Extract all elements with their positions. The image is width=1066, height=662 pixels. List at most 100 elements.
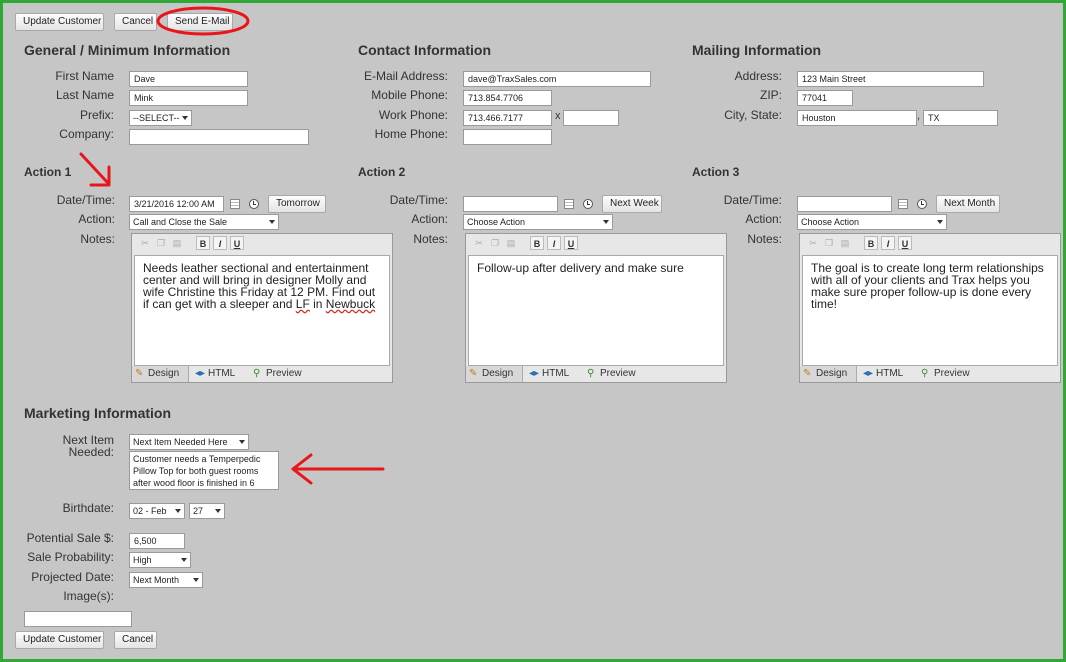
calendar-icon[interactable] bbox=[564, 199, 574, 209]
action-1-action-select[interactable]: Call and Close the Sale bbox=[129, 214, 279, 230]
address-input[interactable]: 123 Main Street bbox=[797, 71, 984, 87]
action-1-datetime-input[interactable]: 3/21/2016 12:00 AM bbox=[129, 196, 224, 212]
italic-button[interactable]: I bbox=[881, 236, 895, 250]
magnifier-icon: ⚲ bbox=[587, 368, 595, 379]
cut-icon[interactable]: ✂ bbox=[138, 236, 152, 250]
action-1-action-value: Call and Close the Sale bbox=[133, 217, 228, 227]
images-input[interactable] bbox=[24, 611, 132, 627]
chevron-down-icon bbox=[181, 558, 187, 562]
tab-preview-label: Preview bbox=[934, 368, 970, 379]
action-2-action-select[interactable]: Choose Action bbox=[463, 214, 613, 230]
update-customer-button[interactable]: Update Customer bbox=[15, 13, 104, 31]
action-1-notes-label: Notes: bbox=[80, 232, 115, 246]
tab-html[interactable]: ◂▸ HTML bbox=[192, 366, 235, 382]
potential-sale-label: Potential Sale $: bbox=[26, 531, 114, 545]
action-2-datetime-input[interactable] bbox=[463, 196, 558, 212]
paste-icon[interactable]: ▤ bbox=[838, 236, 852, 250]
clock-icon[interactable] bbox=[917, 199, 927, 209]
underline-button[interactable]: U bbox=[230, 236, 244, 250]
chevron-down-icon bbox=[182, 116, 188, 120]
cut-icon[interactable]: ✂ bbox=[472, 236, 486, 250]
projected-date-label: Projected Date: bbox=[31, 570, 114, 584]
tab-design[interactable]: ✎ Design bbox=[466, 366, 523, 382]
editor-toolbar: ✂ ❐ ▤ B I U bbox=[800, 234, 1060, 254]
cancel-button[interactable]: Cancel bbox=[114, 13, 157, 31]
tab-preview-label: Preview bbox=[600, 368, 636, 379]
action-2-next-week-button[interactable]: Next Week bbox=[602, 195, 662, 213]
underline-button[interactable]: U bbox=[898, 236, 912, 250]
update-customer-button-bottom[interactable]: Update Customer bbox=[15, 631, 104, 649]
next-item-label-line-2: Needed: bbox=[68, 445, 114, 459]
editor-mode-tabs: ✎ Design ◂▸ HTML ⚲ Preview bbox=[800, 366, 1060, 382]
action-1-action-label: Action: bbox=[78, 212, 115, 226]
action-2-action-value: Choose Action bbox=[467, 217, 526, 227]
cancel-button-bottom[interactable]: Cancel bbox=[114, 631, 157, 649]
last-name-input[interactable]: Mink bbox=[129, 90, 248, 106]
action-3-datetime-input[interactable] bbox=[797, 196, 892, 212]
bold-button[interactable]: B bbox=[196, 236, 210, 250]
paste-icon[interactable]: ▤ bbox=[170, 236, 184, 250]
bold-button[interactable]: B bbox=[530, 236, 544, 250]
italic-button[interactable]: I bbox=[547, 236, 561, 250]
sale-probability-select[interactable]: High bbox=[129, 552, 191, 568]
mailing-section-title: Mailing Information bbox=[692, 42, 822, 58]
home-phone-input[interactable] bbox=[463, 129, 552, 145]
birthdate-label: Birthdate: bbox=[62, 501, 114, 515]
tab-preview[interactable]: ⚲ Preview bbox=[584, 366, 636, 382]
extension-input[interactable] bbox=[563, 110, 619, 126]
arrow-down-right-icon bbox=[79, 152, 111, 187]
company-label: Company: bbox=[59, 127, 114, 141]
tab-design[interactable]: ✎ Design bbox=[132, 366, 189, 382]
paste-icon[interactable]: ▤ bbox=[504, 236, 518, 250]
tab-design[interactable]: ✎ Design bbox=[800, 366, 857, 382]
sale-probability-value: High bbox=[133, 555, 152, 565]
city-input[interactable]: Houston bbox=[797, 110, 917, 126]
code-icon: ◂▸ bbox=[529, 368, 540, 379]
action-1-tomorrow-button[interactable]: Tomorrow bbox=[268, 195, 326, 213]
calendar-icon[interactable] bbox=[230, 199, 240, 209]
state-input[interactable]: TX bbox=[923, 110, 998, 126]
tab-html[interactable]: ◂▸ HTML bbox=[526, 366, 569, 382]
work-phone-input[interactable]: 713.466.7177 bbox=[463, 110, 552, 126]
projected-date-select[interactable]: Next Month bbox=[129, 572, 203, 588]
chevron-down-icon bbox=[603, 220, 609, 224]
next-item-select-value: Next Item Needed Here bbox=[133, 437, 228, 447]
next-item-textarea[interactable]: Customer needs a Temperpedic Pillow Top … bbox=[129, 451, 279, 490]
chevron-down-icon bbox=[215, 509, 221, 513]
birth-day-select[interactable]: 27 bbox=[189, 503, 225, 519]
next-item-select[interactable]: Next Item Needed Here bbox=[129, 434, 249, 450]
mobile-input[interactable]: 713.854.7706 bbox=[463, 90, 552, 106]
copy-icon[interactable]: ❐ bbox=[154, 236, 168, 250]
action-3-datetime-label: Date/Time: bbox=[723, 193, 782, 207]
birth-month-select[interactable]: 02 - Feb bbox=[129, 503, 185, 519]
pencil-icon: ✎ bbox=[803, 368, 812, 379]
editor-mode-tabs: ✎ Design ◂▸ HTML ⚲ Preview bbox=[132, 366, 392, 382]
bold-button[interactable]: B bbox=[864, 236, 878, 250]
action-3-action-select[interactable]: Choose Action bbox=[797, 214, 947, 230]
cut-icon[interactable]: ✂ bbox=[806, 236, 820, 250]
action-1-notes-text[interactable]: Needs leather sectional and entertainmen… bbox=[134, 255, 390, 366]
italic-button[interactable]: I bbox=[213, 236, 227, 250]
email-input[interactable]: dave@TraxSales.com bbox=[463, 71, 651, 87]
action-3-notes-text[interactable]: The goal is to create long term relation… bbox=[802, 255, 1058, 366]
city-state-label: City, State: bbox=[724, 108, 782, 122]
underline-button[interactable]: U bbox=[564, 236, 578, 250]
copy-icon[interactable]: ❐ bbox=[488, 236, 502, 250]
action-2-title: Action 2 bbox=[358, 165, 406, 179]
first-name-input[interactable]: Dave bbox=[129, 71, 248, 87]
copy-icon[interactable]: ❐ bbox=[822, 236, 836, 250]
prefix-select[interactable]: --SELECT-- bbox=[129, 110, 192, 126]
tab-html[interactable]: ◂▸ HTML bbox=[860, 366, 903, 382]
potential-sale-input[interactable]: 6,500 bbox=[129, 533, 185, 549]
company-input[interactable] bbox=[129, 129, 309, 145]
editor-toolbar: ✂ ❐ ▤ B I U bbox=[132, 234, 392, 254]
zip-input[interactable]: 77041 bbox=[797, 90, 853, 106]
clock-icon[interactable] bbox=[249, 199, 259, 209]
tab-preview[interactable]: ⚲ Preview bbox=[250, 366, 302, 382]
action-3-next-month-button[interactable]: Next Month bbox=[936, 195, 1000, 213]
tab-preview[interactable]: ⚲ Preview bbox=[918, 366, 970, 382]
calendar-icon[interactable] bbox=[898, 199, 908, 209]
action-3-action-label: Action: bbox=[745, 212, 782, 226]
action-2-notes-text[interactable]: Follow-up after delivery and make sure bbox=[468, 255, 724, 366]
clock-icon[interactable] bbox=[583, 199, 593, 209]
